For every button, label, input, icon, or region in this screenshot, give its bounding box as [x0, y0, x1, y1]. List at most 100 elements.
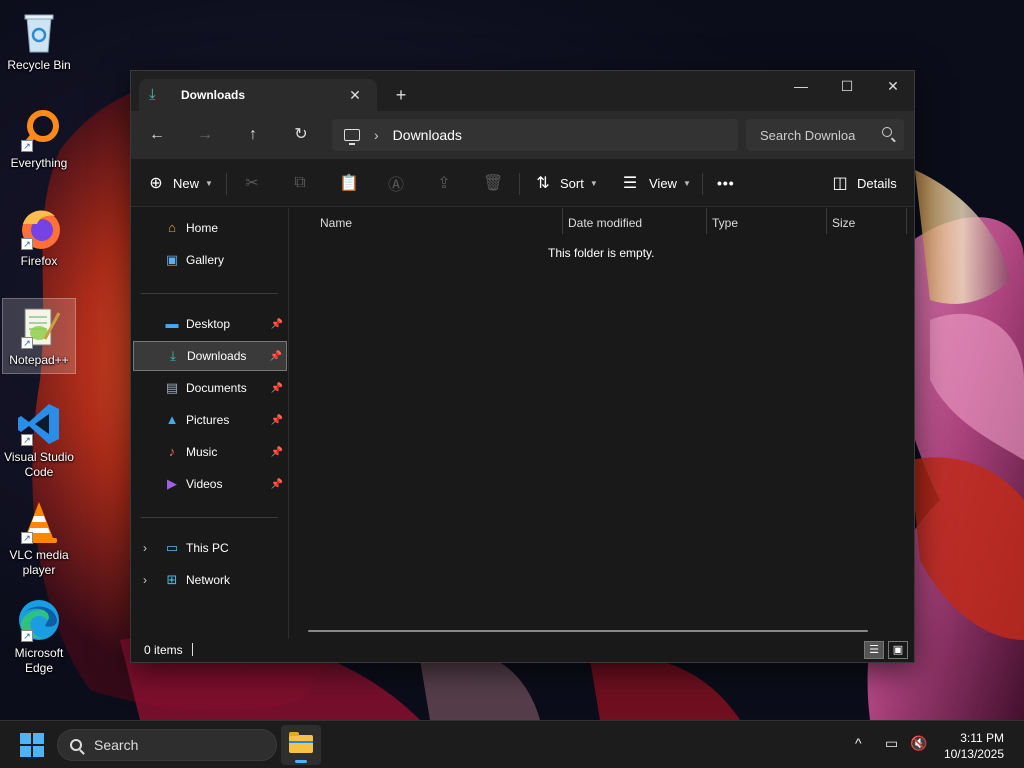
copy-button[interactable]: ⧉: [291, 171, 309, 195]
tab-downloads[interactable]: ⤓ Downloads ✕: [139, 79, 377, 111]
rename-button[interactable]: Ⓐ: [387, 171, 405, 195]
network-icon: ⊞: [166, 572, 178, 587]
pin-icon[interactable]: 📌: [271, 319, 283, 330]
desktop-icon-vlc[interactable]: ↗ VLC media player: [2, 494, 76, 580]
desktop-icon-label-line1: Visual Studio: [4, 450, 74, 464]
desktop-icon-everything[interactable]: ↗ Everything: [2, 102, 76, 178]
search-icon: [70, 739, 82, 751]
volume-muted-icon[interactable]: 🔇: [910, 735, 927, 752]
up-button[interactable]: ↑: [239, 123, 267, 147]
sidebar-item-documents[interactable]: ▤ Documents 📌: [133, 373, 287, 403]
desktop-icon-vscode[interactable]: ↗ Visual Studio Code: [2, 396, 76, 482]
everything-icon: ↗: [15, 106, 63, 154]
column-header-date-modified[interactable]: Date modified: [568, 212, 642, 234]
shortcut-arrow-icon: ↗: [21, 532, 33, 544]
pin-icon[interactable]: 📌: [271, 383, 283, 394]
new-tab-button[interactable]: +: [389, 84, 413, 108]
sidebar-item-downloads[interactable]: ⤓ Downloads 📌: [133, 341, 287, 371]
pin-icon[interactable]: 📌: [271, 447, 283, 458]
desktop-icon-label: Recycle Bin: [7, 58, 71, 72]
sidebar-item-label: Home: [186, 221, 219, 235]
network-status-icon[interactable]: ▭: [885, 735, 898, 752]
delete-button[interactable]: 🗑: [483, 171, 503, 195]
desktop-icon-recycle-bin[interactable]: Recycle Bin: [2, 4, 76, 80]
column-header-name[interactable]: Name: [320, 212, 352, 234]
sidebar-item-videos[interactable]: ▶ Videos 📌: [133, 469, 287, 499]
close-window-button[interactable]: ✕: [870, 71, 916, 103]
title-bar[interactable]: ⤓ Downloads ✕ + — ☐ ✕: [131, 71, 914, 111]
pin-icon[interactable]: 📌: [270, 351, 282, 362]
sort-button[interactable]: ⇅ Sort ▼: [534, 171, 597, 195]
videos-icon: ▶: [167, 476, 177, 491]
desktop-icon-edge[interactable]: ↗ Microsoft Edge: [2, 592, 76, 678]
more-options-button[interactable]: •••: [717, 171, 735, 195]
windows-logo-quad: [33, 733, 44, 744]
breadcrumb-downloads[interactable]: Downloads: [393, 127, 462, 143]
new-button[interactable]: ⊕ New ▼: [147, 171, 213, 195]
tiles-view-button[interactable]: ▣: [888, 641, 908, 659]
horizontal-scrollbar[interactable]: [308, 630, 868, 632]
column-divider[interactable]: [826, 208, 827, 234]
column-header-size[interactable]: Size: [832, 212, 855, 234]
chevron-right-icon[interactable]: ›: [374, 127, 379, 143]
pin-icon[interactable]: 📌: [271, 415, 283, 426]
search-input[interactable]: Search Downloa: [746, 119, 904, 151]
status-divider: [192, 643, 193, 656]
chevron-down-icon: ▼: [682, 178, 691, 188]
sidebar-item-desktop[interactable]: ▬ Desktop 📌: [133, 309, 287, 339]
sidebar-item-home[interactable]: ⌂ Home: [133, 213, 287, 243]
firefox-icon: ↗: [15, 204, 63, 252]
column-divider[interactable]: [562, 208, 563, 234]
sidebar-item-network[interactable]: › ⊞ Network: [133, 565, 287, 595]
chevron-down-icon: ▼: [205, 178, 213, 188]
details-pane-icon: ◫: [832, 175, 848, 192]
view-button[interactable]: ☰ View ▼: [621, 171, 691, 195]
shortcut-arrow-icon: ↗: [21, 434, 33, 446]
file-list[interactable]: Name Date modified Type Size This folder…: [290, 208, 914, 639]
forward-button[interactable]: →: [191, 123, 219, 147]
close-tab-icon[interactable]: ✕: [345, 85, 365, 105]
cut-button[interactable]: ✂: [243, 171, 261, 195]
share-button[interactable]: ⇪: [435, 171, 453, 195]
paste-button[interactable]: 📋: [339, 171, 359, 195]
gallery-icon: ▣: [165, 252, 179, 267]
details-view-button[interactable]: ☰: [864, 641, 884, 659]
back-button[interactable]: ←: [143, 123, 171, 147]
shortcut-arrow-icon: ↗: [21, 630, 33, 642]
file-explorer-window[interactable]: ⤓ Downloads ✕ + — ☐ ✕ ← → ↑ ↻ › Download…: [130, 70, 915, 663]
navigation-bar: ← → ↑ ↻ › Downloads Search Downloa: [131, 111, 914, 159]
chevron-right-icon[interactable]: ›: [143, 573, 147, 587]
sidebar-item-music[interactable]: ♪ Music 📌: [133, 437, 287, 467]
navigation-pane[interactable]: ⌂ Home ▣ Gallery ▬ Desktop 📌 ⤓ Downloads…: [131, 208, 289, 639]
chevron-right-icon[interactable]: ›: [143, 541, 147, 555]
shortcut-arrow-icon: ↗: [21, 337, 33, 349]
refresh-button[interactable]: ↻: [287, 123, 315, 147]
column-divider[interactable]: [706, 208, 707, 234]
windows-logo-quad: [33, 746, 44, 757]
taskbar-file-explorer[interactable]: [281, 725, 321, 765]
show-hidden-icons-button[interactable]: ^: [855, 735, 862, 751]
plus-circle-icon: ⊕: [149, 175, 163, 192]
sidebar-item-gallery[interactable]: ▣ Gallery: [133, 245, 287, 275]
edge-icon: ↗: [15, 596, 63, 644]
sidebar-item-this-pc[interactable]: › ▭ This PC: [133, 533, 287, 563]
details-pane-button[interactable]: ◫ Details: [831, 171, 896, 195]
sort-icon: ⇅: [536, 175, 550, 192]
search-placeholder: Search Downloa: [760, 127, 856, 143]
taskbar-clock[interactable]: 3:11 PM 10/13/2025: [944, 730, 1004, 762]
maximize-button[interactable]: ☐: [824, 71, 870, 103]
address-bar[interactable]: › Downloads: [332, 119, 738, 151]
share-icon: ⇪: [437, 175, 451, 192]
sidebar-item-pictures[interactable]: ▲ Pictures 📌: [133, 405, 287, 435]
vscode-icon: ↗: [15, 400, 63, 448]
start-button[interactable]: [20, 733, 44, 757]
column-divider[interactable]: [906, 208, 907, 234]
column-header-type[interactable]: Type: [712, 212, 738, 234]
windows-logo-quad: [20, 733, 31, 744]
pin-icon[interactable]: 📌: [271, 479, 283, 490]
desktop-icon-notepadpp[interactable]: ↗ Notepad++: [2, 298, 76, 374]
desktop-icon-firefox[interactable]: ↗ Firefox: [2, 200, 76, 276]
taskbar-search-box[interactable]: Search: [57, 729, 277, 761]
running-indicator: [295, 760, 307, 763]
minimize-button[interactable]: —: [778, 71, 824, 103]
